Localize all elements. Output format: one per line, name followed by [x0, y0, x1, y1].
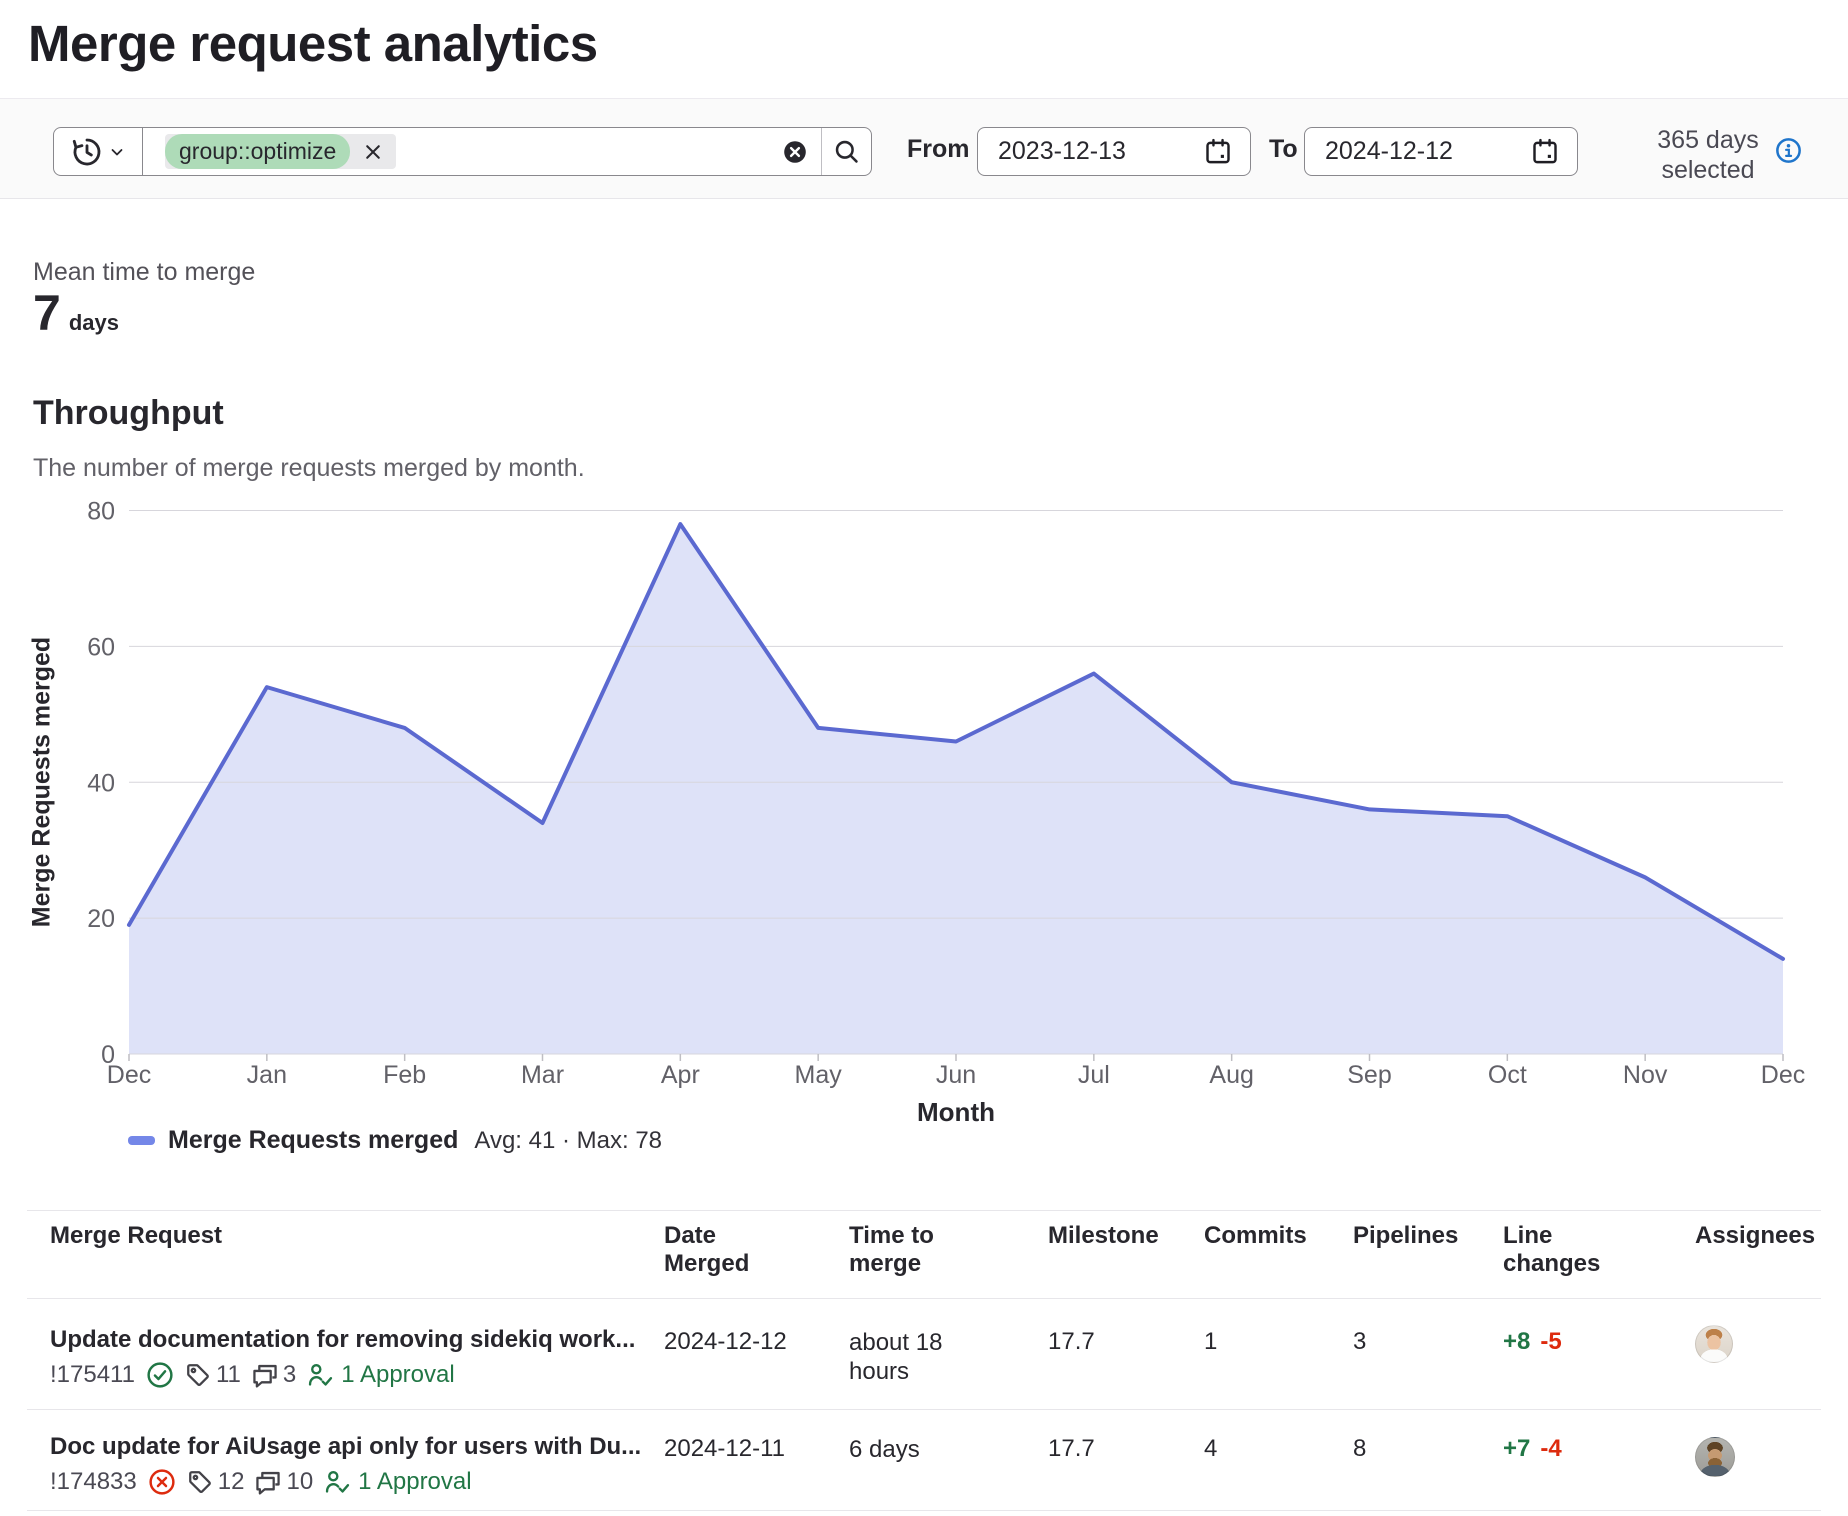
svg-text:Aug: Aug — [1209, 1061, 1253, 1089]
throughput-description: The number of merge requests merged by m… — [33, 454, 585, 483]
time-to-merge-cell: 6 days — [849, 1435, 984, 1464]
milestone-cell: 17.7 — [1048, 1435, 1095, 1463]
col-line-changes[interactable]: Line changes — [1503, 1222, 1633, 1278]
commits-cell: 4 — [1204, 1435, 1217, 1463]
col-date-merged[interactable]: Date Merged — [664, 1222, 784, 1278]
filter-token-label: group::optimize — [165, 134, 350, 169]
svg-text:Mar: Mar — [521, 1061, 564, 1089]
col-assignees[interactable]: Assignees — [1695, 1222, 1815, 1250]
chart-x-axis-title: Month — [917, 1097, 995, 1128]
table-header-border — [27, 1298, 1821, 1299]
col-milestone[interactable]: Milestone — [1048, 1222, 1159, 1250]
comments-icon — [252, 1362, 278, 1388]
pipelines-cell: 3 — [1353, 1328, 1366, 1356]
pipelines-cell: 8 — [1353, 1435, 1366, 1463]
comments-icon — [255, 1469, 281, 1495]
approval-icon — [324, 1469, 351, 1496]
svg-text:Dec: Dec — [1761, 1061, 1805, 1089]
svg-text:Nov: Nov — [1623, 1061, 1668, 1089]
merge-request-analytics-page: Merge request analytics group::optimize — [0, 0, 1848, 1516]
chart-y-axis-title: Merge Requests merged — [28, 637, 57, 927]
time-to-merge-cell: about 18 hours — [849, 1328, 984, 1386]
labels-count: 11 — [185, 1361, 241, 1389]
mean-time-unit: days — [69, 310, 119, 336]
filter-bar: group::optimize From — [0, 98, 1848, 199]
calendar-icon — [1204, 138, 1232, 166]
from-date-input[interactable]: 2023-12-13 — [977, 127, 1251, 176]
closed-status-icon — [148, 1468, 176, 1496]
chevron-down-icon — [109, 144, 125, 160]
from-date-value: 2023-12-13 — [998, 137, 1126, 166]
throughput-area-chart[interactable]: 020406080DecJanFebMarAprMayJunJulAugSepO… — [0, 480, 1848, 1130]
mean-time-value: 7 days — [33, 288, 119, 338]
line-changes-cell: +7-4 — [1503, 1435, 1562, 1463]
chart-legend[interactable]: Merge Requests merged Avg: 41 · Max: 78 — [128, 1126, 662, 1155]
to-date-value: 2024-12-12 — [1325, 137, 1453, 166]
approval-icon — [307, 1362, 334, 1389]
svg-text:Sep: Sep — [1347, 1061, 1391, 1089]
mr-meta: !174833 12 — [50, 1468, 650, 1496]
svg-text:Jan: Jan — [247, 1061, 287, 1089]
approvals: 1 Approval — [324, 1468, 471, 1496]
page-title: Merge request analytics — [28, 14, 598, 73]
days-selected-text: 365 days selected — [1648, 125, 1768, 185]
table-top-border — [27, 1210, 1821, 1211]
svg-text:Jun: Jun — [936, 1061, 976, 1089]
search-history-button[interactable] — [53, 127, 143, 176]
legend-swatch — [128, 1136, 155, 1145]
mr-title[interactable]: Update documentation for removing sideki… — [50, 1326, 650, 1354]
filter-token[interactable]: group::optimize — [165, 134, 396, 169]
legend-label: Merge Requests merged — [168, 1126, 458, 1155]
table-row-border — [27, 1409, 1821, 1410]
mr-id[interactable]: !175411 — [50, 1361, 135, 1389]
search-button[interactable] — [821, 128, 871, 175]
info-icon[interactable] — [1775, 137, 1802, 164]
calendar-icon — [1531, 138, 1559, 166]
col-merge-request[interactable]: Merge Request — [50, 1222, 222, 1250]
label-icon — [187, 1469, 213, 1495]
mean-time-label: Mean time to merge — [33, 258, 255, 287]
to-date-input[interactable]: 2024-12-12 — [1304, 127, 1578, 176]
mr-title[interactable]: Doc update for AiUsage api only for user… — [50, 1433, 650, 1461]
assignee-avatar[interactable] — [1695, 1325, 1733, 1363]
svg-text:60: 60 — [87, 633, 115, 661]
commits-cell: 1 — [1204, 1328, 1217, 1356]
approvals: 1 Approval — [307, 1361, 454, 1389]
comments-count[interactable]: 3 — [252, 1361, 296, 1389]
to-label: To — [1269, 135, 1298, 164]
table-bottom-border — [27, 1510, 1821, 1511]
labels-count: 12 — [187, 1468, 245, 1496]
col-commits[interactable]: Commits — [1204, 1222, 1307, 1250]
token-remove-icon[interactable] — [362, 141, 384, 163]
line-changes-cell: +8-5 — [1503, 1328, 1562, 1356]
svg-text:Oct: Oct — [1488, 1061, 1527, 1089]
label-icon — [185, 1362, 211, 1388]
mean-time-number: 7 — [33, 288, 61, 338]
throughput-heading: Throughput — [33, 394, 224, 433]
svg-text:Jul: Jul — [1078, 1061, 1110, 1089]
svg-text:40: 40 — [87, 769, 115, 797]
history-icon — [72, 137, 102, 167]
svg-text:80: 80 — [87, 498, 115, 526]
from-label: From — [907, 135, 970, 164]
col-time-to-merge[interactable]: Time to merge — [849, 1222, 969, 1278]
date-merged-cell: 2024-12-12 — [664, 1328, 787, 1356]
assignee-avatar[interactable] — [1695, 1437, 1735, 1477]
svg-text:Dec: Dec — [107, 1061, 151, 1089]
legend-stats: Avg: 41 · Max: 78 — [474, 1127, 662, 1155]
clear-search-button[interactable] — [783, 140, 807, 164]
mr-meta: !175411 11 — [50, 1361, 650, 1389]
svg-text:Feb: Feb — [383, 1061, 426, 1089]
svg-text:20: 20 — [87, 905, 115, 933]
col-pipelines[interactable]: Pipelines — [1353, 1222, 1458, 1250]
svg-text:May: May — [795, 1061, 843, 1089]
mr-id[interactable]: !174833 — [50, 1468, 137, 1496]
milestone-cell: 17.7 — [1048, 1328, 1095, 1356]
comments-count[interactable]: 10 — [255, 1468, 313, 1496]
filtered-search-input[interactable]: group::optimize — [142, 127, 872, 176]
date-merged-cell: 2024-12-11 — [664, 1435, 785, 1463]
svg-text:Apr: Apr — [661, 1061, 700, 1089]
merged-status-icon — [146, 1361, 174, 1389]
